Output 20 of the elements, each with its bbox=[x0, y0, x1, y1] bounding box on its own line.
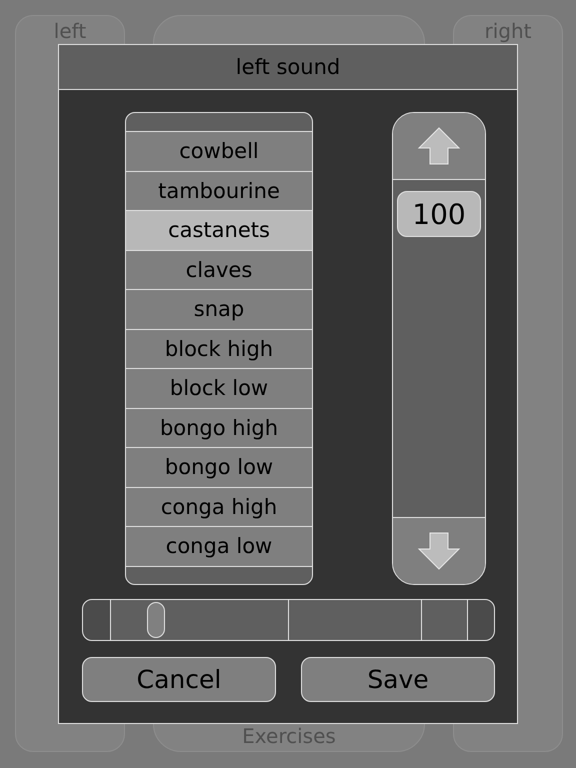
sound-item[interactable]: block high bbox=[126, 330, 312, 369]
sound-item[interactable]: cowbell bbox=[126, 132, 312, 172]
position-slider[interactable] bbox=[82, 599, 495, 641]
sound-item[interactable]: conga low bbox=[126, 527, 312, 566]
sound-item[interactable]: claves bbox=[126, 250, 312, 290]
up-button[interactable] bbox=[393, 113, 485, 180]
dialog-title: left sound bbox=[59, 45, 517, 90]
sound-item[interactable]: block low bbox=[126, 369, 312, 408]
sound-item[interactable]: bongo high bbox=[126, 408, 312, 448]
down-button[interactable] bbox=[393, 517, 485, 584]
sound-item[interactable]: castanets bbox=[126, 211, 312, 250]
sound-item[interactable]: bongo low bbox=[126, 448, 312, 488]
up-arrow-icon bbox=[417, 126, 461, 166]
cancel-button[interactable]: Cancel bbox=[82, 657, 276, 702]
volume-value: 100 bbox=[397, 191, 481, 237]
sound-item[interactable]: conga high bbox=[126, 488, 312, 527]
sound-item[interactable]: tambourine bbox=[126, 172, 312, 211]
sound-item[interactable]: snap bbox=[126, 290, 312, 330]
save-button[interactable]: Save bbox=[301, 657, 495, 702]
down-arrow-icon bbox=[417, 531, 461, 571]
